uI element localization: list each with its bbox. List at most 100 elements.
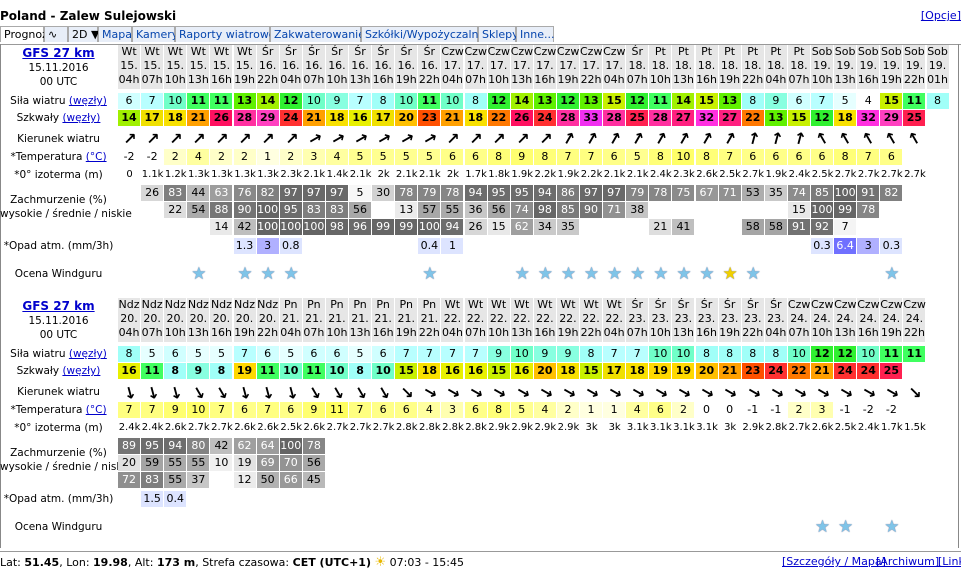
time-header: Wt 22. 07h	[464, 298, 487, 342]
tab-6[interactable]: Zakwaterowanie	[270, 26, 365, 42]
isotherm-cell: 3.1k	[626, 422, 649, 433]
isotherm-cell: 3k	[724, 422, 737, 433]
gust-cell: 21	[718, 363, 741, 379]
gust-cell: 21	[811, 363, 834, 379]
isotherm-cell: 3.1k	[696, 422, 718, 433]
cloud-cell: 99	[372, 219, 395, 235]
wind-arrow-icon: ↑	[744, 127, 763, 150]
wind-speed-cell: 8	[718, 346, 741, 362]
wind-arrow-icon: ↑	[395, 380, 419, 404]
temperature-cell: 7	[580, 149, 603, 165]
temperature-cell: -1	[741, 402, 764, 418]
gust-cell: 19	[672, 363, 695, 379]
time-header: Pn 21. 19h	[395, 298, 418, 342]
cloud-cell: 58	[764, 219, 787, 235]
time-header: Pn 21. 07h	[302, 298, 325, 342]
archive-link[interactable]: [Archiwum]	[876, 555, 939, 568]
wind-arrow-icon: ↑	[464, 127, 488, 151]
cloud-cell: 20	[118, 455, 141, 471]
cloud-cell: 98	[533, 202, 556, 218]
rating-star-icon: ★	[422, 264, 438, 284]
gust-cell: 15	[487, 363, 510, 379]
wind-arrow-icon: ↑	[534, 127, 558, 151]
wind-arrow-icon: ↑	[464, 381, 489, 403]
gust-cell: 18	[164, 110, 187, 126]
cloud-cell: 59	[141, 455, 164, 471]
tab-0[interactable]: Prognoza	[0, 26, 55, 42]
gust-cell: 32	[857, 110, 880, 126]
time-header: Śr 16. 04h	[279, 45, 302, 89]
temperature-label: *Temperatura (°C)	[10, 151, 107, 163]
isotherm-cell: 2.8k	[442, 422, 464, 433]
isotherm-cell: 3k	[585, 422, 598, 433]
title-bar: Poland - Zalew Sulejowski [Opcje]	[0, 8, 961, 26]
gust-label: Szkwały (węzły)	[16, 112, 101, 124]
isotherm-cell: 2.7k	[187, 422, 210, 433]
wind-speed-cell: 7	[418, 346, 441, 362]
link-link[interactable]: [Link]	[938, 555, 961, 568]
gust-cell: 11	[302, 363, 325, 379]
tab-8[interactable]: Sklepy	[478, 26, 519, 42]
temperature-cell: 6	[395, 402, 418, 418]
gust-cell: 25	[903, 110, 926, 126]
wind-arrow-icon: ↑	[166, 381, 185, 404]
isotherm-cell: 1.8k	[488, 169, 510, 180]
isotherm-cell: 2.6k	[696, 169, 718, 180]
gust-cell: 22	[487, 110, 510, 126]
cloud-cell: 37	[187, 472, 210, 488]
time-header: Sob 19. 22h	[903, 45, 926, 89]
temperature-cell: 7	[210, 402, 233, 418]
wind-arrow-icon: ↑	[164, 127, 188, 151]
time-header: Sob 19. 16h	[857, 45, 880, 89]
gust-cell: 8	[164, 363, 187, 379]
wind-arrow-icon: ↑	[534, 381, 558, 403]
cloud-cover-label: Zachmurzenie (%) wysokie / średnie / nisk…	[0, 447, 132, 473]
model-link[interactable]: GFS 27 km	[22, 46, 94, 60]
time-header: Śr 16. 10h	[325, 45, 348, 89]
gust-cell: 18	[325, 110, 348, 126]
tab-5[interactable]: Raporty wiatrowe	[175, 26, 276, 42]
tab-9[interactable]: Inne...	[516, 26, 554, 42]
cloud-cell: 63	[210, 185, 233, 201]
cloud-cell: 70	[279, 455, 302, 471]
wind-direction-label: Kierunek wiatru	[17, 133, 100, 145]
footer: Lat: 51.45, Lon: 19.98, Alt: 173 m, Stre…	[0, 551, 961, 570]
temperature-cell: 5	[372, 149, 395, 165]
gust-cell: 25	[626, 110, 649, 126]
tab-graph-icon[interactable]: ∿	[44, 26, 68, 42]
details-map-link[interactable]: [Szczegóły / Mapa]	[782, 555, 886, 568]
cloud-cell: 82	[880, 185, 903, 201]
cloud-cell: 36	[464, 202, 487, 218]
wind-speed-cell: 6	[256, 346, 279, 362]
tab-7[interactable]: Szkółki/Wypożyczalnie	[361, 26, 488, 42]
time-header: Wt 15. 16h	[210, 45, 233, 89]
wind-speed-cell: 14	[256, 93, 279, 109]
rating-star-icon: ★	[676, 264, 692, 284]
tab-3[interactable]: Mapa	[98, 26, 132, 42]
rating-star-icon: ★	[607, 264, 623, 284]
cloud-cell: 42	[233, 219, 256, 235]
cloud-cell: 12	[233, 472, 256, 488]
gust-cell: 20	[695, 363, 718, 379]
cloud-cell: 100	[302, 219, 325, 235]
spot-title: Poland - Zalew Sulejowski	[0, 9, 177, 23]
tab-4[interactable]: Kamery	[132, 26, 178, 42]
cloud-cell: 71	[603, 202, 626, 218]
cloud-cell: 78	[395, 185, 418, 201]
wind-arrow-icon: ↑	[696, 126, 718, 151]
rating-star-icon: ★	[838, 517, 854, 537]
model-link[interactable]: GFS 27 km	[22, 299, 94, 313]
wind-arrow-icon: ↑	[649, 381, 673, 403]
isotherm-cell: 1.9k	[511, 169, 534, 180]
options-link[interactable]: [Opcje]	[921, 9, 961, 22]
alt-value: 173 m	[156, 556, 196, 569]
isotherm-cell: 2.4k	[788, 169, 811, 180]
rating-star-icon: ★	[814, 517, 831, 537]
temperature-cell: 1	[603, 402, 626, 418]
time-header: Wt 15. 19h	[233, 45, 256, 89]
cloud-cell: 91	[787, 219, 810, 235]
time-header: Sob 19. 10h	[811, 45, 834, 89]
isotherm-cell: 1.3k	[257, 169, 279, 180]
gust-cell: 18	[464, 110, 487, 126]
tab-2d-dropdown[interactable]: 2D ▼	[68, 26, 99, 42]
